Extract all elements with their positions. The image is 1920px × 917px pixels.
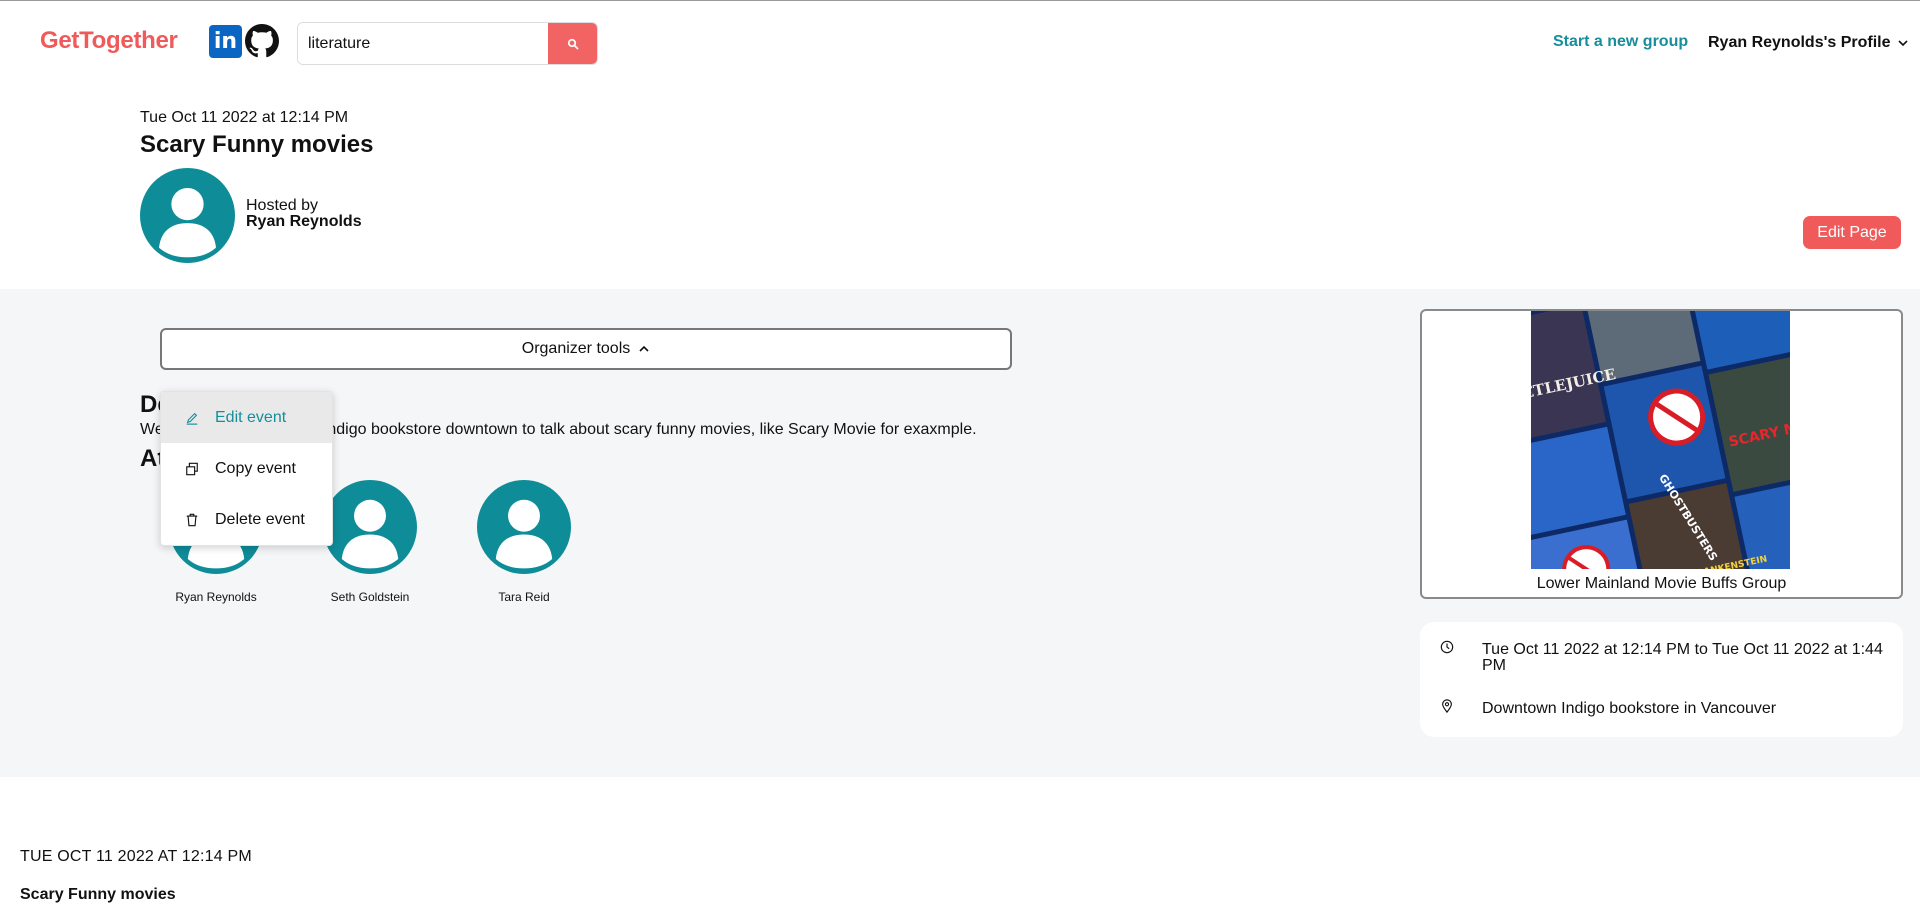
- footer-event-title[interactable]: Scary Funny movies: [20, 886, 176, 904]
- event-title: Scary Funny movies: [140, 131, 374, 158]
- attendee-name: Seth Goldstein: [330, 590, 410, 604]
- menu-item-copy-event[interactable]: Copy event: [161, 443, 332, 494]
- organizer-tools-menu: Edit event Copy event Delete event: [160, 391, 333, 546]
- footer-event-date: TUE OCT 11 2022 AT 12:14 PM: [20, 848, 252, 865]
- attendee-avatar: [323, 480, 417, 574]
- host-avatar: [140, 168, 235, 263]
- location-pin-icon: [1442, 699, 1452, 713]
- top-border: [0, 0, 1920, 1]
- menu-item-label: Edit event: [215, 408, 287, 426]
- event-info-card: Tue Oct 11 2022 at 12:14 PM to Tue Oct 1…: [1420, 622, 1903, 737]
- github-icon[interactable]: [245, 24, 279, 58]
- profile-dropdown[interactable]: Ryan Reynolds's Profile: [1708, 34, 1909, 52]
- host-name[interactable]: Ryan Reynolds: [246, 213, 362, 231]
- chevron-up-icon: [639, 345, 649, 352]
- menu-item-label: Copy event: [215, 459, 296, 477]
- trash-icon: [186, 513, 198, 526]
- search-icon: [567, 38, 579, 49]
- attendee-card[interactable]: Tara Reid: [454, 480, 594, 604]
- menu-item-edit-event[interactable]: Edit event: [161, 392, 332, 443]
- copy-icon: [186, 462, 198, 475]
- event-time-range: Tue Oct 11 2022 at 12:14 PM to Tue Oct 1…: [1482, 641, 1883, 674]
- search-bar: [297, 22, 598, 65]
- group-name[interactable]: Lower Mainland Movie Buffs Group: [1422, 575, 1901, 593]
- pencil-icon: [186, 412, 198, 425]
- chevron-down-icon: [1897, 40, 1908, 47]
- edit-page-button[interactable]: Edit Page: [1803, 216, 1901, 249]
- attendee-name: Ryan Reynolds: [175, 590, 257, 604]
- event-date: Tue Oct 11 2022 at 12:14 PM: [140, 109, 349, 126]
- menu-item-label: Delete event: [215, 510, 305, 528]
- organizer-tools-button[interactable]: Organizer tools: [160, 328, 1012, 370]
- start-new-group-link[interactable]: Start a new group: [1553, 33, 1688, 51]
- clock-icon: [1440, 640, 1454, 654]
- attendee-avatar: [477, 480, 571, 574]
- menu-item-delete-event[interactable]: Delete event: [161, 494, 332, 545]
- attendee-name: Tara Reid: [498, 590, 550, 604]
- app-logo[interactable]: GetTogether: [40, 27, 178, 55]
- search-input[interactable]: [298, 23, 548, 64]
- group-card[interactable]: BEETLEJUICE GHOSTBUSTERS SCARY MOVIE YOU…: [1420, 309, 1903, 599]
- organizer-tools-label: Organizer tools: [521, 340, 631, 357]
- profile-label: Ryan Reynolds's Profile: [1708, 34, 1891, 51]
- search-button[interactable]: [548, 23, 597, 64]
- linkedin-icon[interactable]: in: [209, 25, 242, 58]
- group-image: BEETLEJUICE GHOSTBUSTERS SCARY MOVIE YOU…: [1531, 311, 1790, 569]
- event-location: Downtown Indigo bookstore in Vancouver: [1482, 700, 1777, 717]
